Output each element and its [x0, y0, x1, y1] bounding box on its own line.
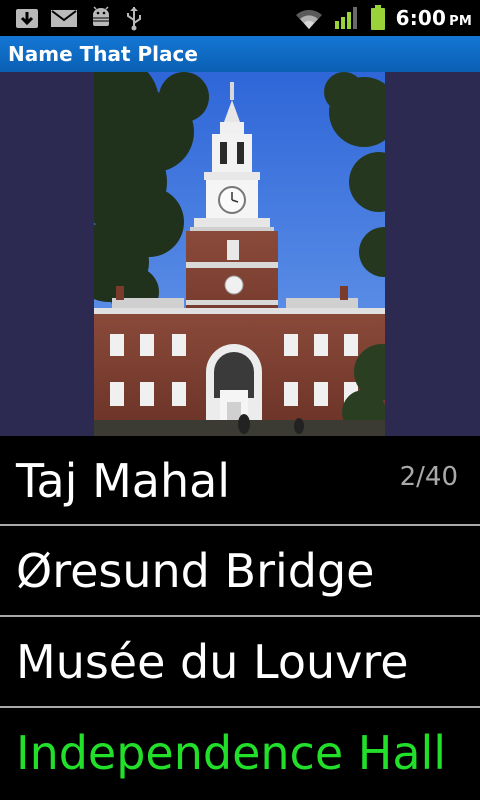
wifi-icon: [294, 6, 324, 30]
title-bar: Name That Place: [0, 36, 480, 72]
battery-icon: [370, 5, 386, 31]
photo-area: [0, 57, 480, 436]
landmark-photo: [69, 57, 410, 436]
clock-ampm: PM: [449, 14, 472, 29]
app-title: Name That Place: [8, 42, 198, 66]
clock: 6:00 PM: [396, 6, 472, 30]
download-icon: [14, 6, 40, 30]
app-screen: 6:00 PM Name That Place Taj Mahal Øresun…: [0, 0, 480, 800]
signal-icon: [334, 6, 360, 30]
usb-icon: [124, 5, 144, 31]
question-counter: 2/40: [399, 462, 458, 492]
answer-choice-4-correct[interactable]: Independence Hall: [0, 708, 480, 798]
system-status: 6:00 PM: [294, 0, 472, 36]
clock-time: 6:00: [395, 6, 447, 30]
answer-choice-2[interactable]: Øresund Bridge: [0, 526, 480, 616]
mail-icon: [50, 7, 78, 29]
status-bar: 6:00 PM: [0, 0, 480, 36]
landmark-photo-image: [69, 57, 410, 436]
android-debug-icon: [88, 6, 114, 30]
answer-choice-3[interactable]: Musée du Louvre: [0, 617, 480, 707]
notification-icons: [14, 4, 144, 32]
